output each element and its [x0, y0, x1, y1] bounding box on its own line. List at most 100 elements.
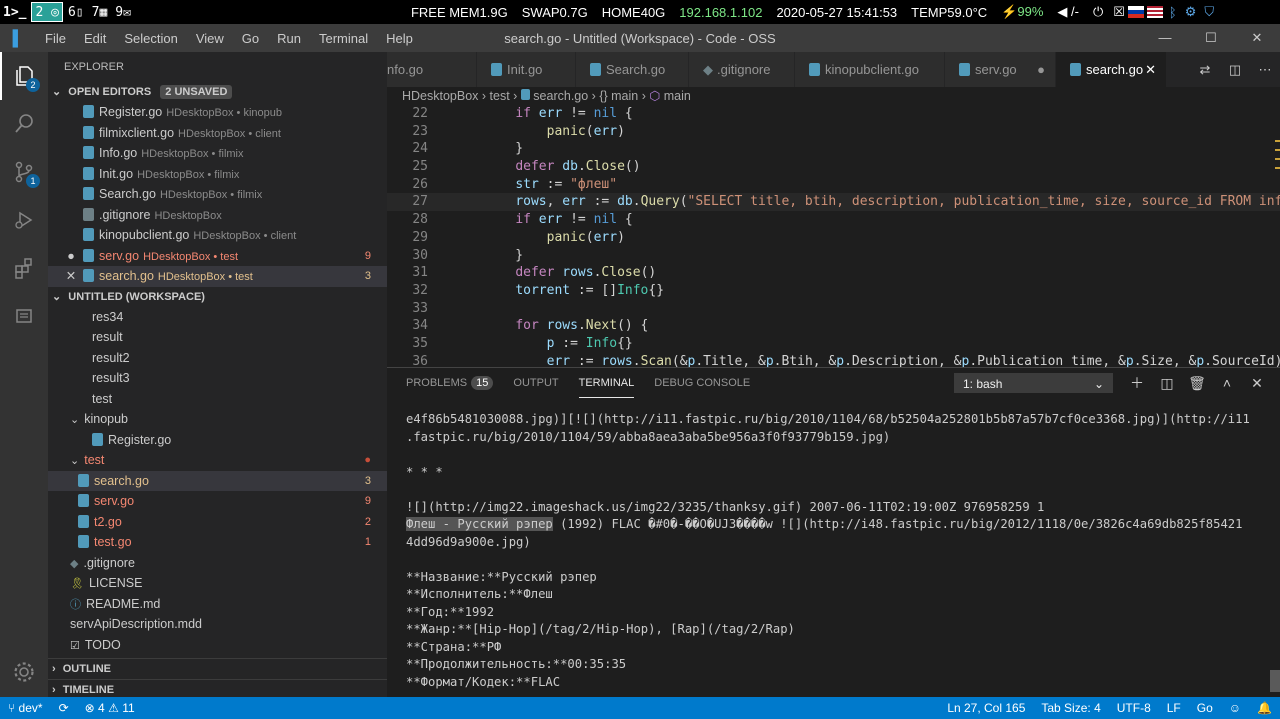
keyboard-layout-flag-icon[interactable] — [1127, 6, 1144, 18]
tab-size[interactable]: Tab Size: 4 — [1041, 701, 1100, 715]
code-line[interactable]: 28 if err != nil { — [387, 211, 1280, 229]
tree-item[interactable]: serv.go 9 — [48, 491, 387, 512]
open-editor-item[interactable]: Info.go HDesktopBox • filmix — [48, 143, 387, 164]
timeline-section[interactable]: › TIMELINE — [48, 679, 387, 697]
us-flag-icon[interactable] — [1146, 6, 1163, 18]
power-icon[interactable]: ⏻ — [1093, 4, 1103, 20]
cursor-position[interactable]: Ln 27, Col 165 — [947, 701, 1025, 715]
source-control-icon[interactable]: 1 — [0, 148, 48, 196]
feedback-icon[interactable]: ☺ — [1229, 701, 1241, 715]
tree-item[interactable]: res34 — [48, 307, 387, 328]
code-line[interactable]: 22 if err != nil { — [387, 105, 1280, 123]
menu-view[interactable]: View — [196, 31, 224, 46]
code-line[interactable]: 24 } — [387, 140, 1280, 158]
tree-item[interactable]: t2.go 2 — [48, 512, 387, 533]
terminal-output[interactable]: e4f86b5481030088.jpg)][![](http://i11.fa… — [406, 411, 1266, 691]
open-editor-item[interactable]: Init.go HDesktopBox • filmix — [48, 164, 387, 185]
language-mode[interactable]: Go — [1197, 701, 1213, 715]
code-line[interactable]: 27 rows, err := db.Query("SELECT title, … — [387, 193, 1280, 212]
code-line[interactable]: 23 panic(err) — [387, 123, 1280, 141]
tree-item[interactable]: Register.go — [48, 430, 387, 451]
close-tab-icon[interactable]: ✕ — [1145, 52, 1156, 87]
maximize-icon[interactable]: ☐ — [1188, 24, 1234, 52]
workspace-2[interactable]: 2 ◎ — [31, 2, 63, 22]
sync-icon[interactable]: ⟳ — [59, 701, 69, 715]
terminal-scrollbar[interactable] — [1270, 670, 1280, 692]
notifications-icon[interactable]: 🔔 — [1257, 701, 1272, 715]
code-line[interactable]: 32 torrent := []Info{} — [387, 282, 1280, 300]
close-window-icon[interactable]: ✕ — [1234, 24, 1280, 52]
eol[interactable]: LF — [1167, 701, 1181, 715]
outline-section[interactable]: › OUTLINE — [48, 658, 387, 678]
breadcrumb-folder[interactable]: test — [490, 89, 510, 103]
open-editor-item[interactable]: ✕ search.go HDesktopBox • test 3 — [48, 266, 387, 287]
tab-kinopubclient-go[interactable]: kinopubclient.go — [795, 52, 945, 87]
tree-item[interactable]: result — [48, 327, 387, 348]
code-line[interactable]: 29 panic(err) — [387, 229, 1280, 247]
code-line[interactable]: 35 p := Info{} — [387, 335, 1280, 353]
tab-search-go-filmix[interactable]: Search.go — [576, 52, 689, 87]
tree-item[interactable]: servApiDescription.mdd — [48, 614, 387, 635]
open-editor-item[interactable]: Register.go HDesktopBox • kinopub — [48, 102, 387, 123]
open-editor-item[interactable]: ● serv.go HDesktopBox • test 9 — [48, 246, 387, 267]
volume[interactable]: ◀ /- — [1057, 4, 1079, 20]
tab-info-go[interactable]: nfo.go — [387, 52, 477, 87]
tree-item[interactable]: ◆ .gitignore — [48, 553, 387, 574]
search-icon[interactable] — [0, 100, 48, 148]
remote-explorer-icon[interactable] — [0, 292, 48, 340]
tab-terminal[interactable]: TERMINAL — [578, 368, 635, 398]
menu-terminal[interactable]: Terminal — [319, 31, 368, 46]
tab-init-go[interactable]: Init.go — [477, 52, 576, 87]
code-line[interactable]: 30 } — [387, 247, 1280, 265]
code-line[interactable]: 31 defer rows.Close() — [387, 264, 1280, 282]
open-editors-section[interactable]: ⌄ OPEN EDITORS 2 UNSAVED — [48, 82, 387, 102]
tree-item[interactable]: result3 — [48, 368, 387, 389]
menu-selection[interactable]: Selection — [124, 31, 177, 46]
terminal-launcher[interactable]: 1>_ — [0, 2, 29, 22]
bluetooth-icon[interactable]: ᛒ — [1169, 5, 1177, 20]
tab-gitignore[interactable]: ◆ .gitignore — [689, 52, 795, 87]
menu-go[interactable]: Go — [242, 31, 259, 46]
menu-help[interactable]: Help — [386, 31, 413, 46]
new-terminal-icon[interactable]: ＋ — [1122, 368, 1152, 398]
open-editor-item[interactable]: filmixclient.go HDesktopBox • client — [48, 123, 387, 144]
workspace-section[interactable]: ⌄ UNTITLED (WORKSPACE) — [48, 287, 387, 307]
breadcrumb-package[interactable]: {} main — [599, 89, 638, 103]
problems-item[interactable]: ⊗ 4 ⚠ 11 — [85, 701, 135, 715]
code-line[interactable]: 33 — [387, 300, 1280, 318]
tree-item[interactable]: result2 — [48, 348, 387, 369]
minimize-icon[interactable]: — — [1142, 24, 1188, 52]
open-editor-item[interactable]: .gitignore HDesktopBox — [48, 205, 387, 226]
menu-run[interactable]: Run — [277, 31, 301, 46]
explorer-icon[interactable]: 2 — [0, 52, 48, 100]
network-icon[interactable]: ⚙ — [1185, 4, 1197, 20]
run-debug-icon[interactable] — [0, 196, 48, 244]
tree-item[interactable]: ⌄ test ● — [48, 450, 387, 471]
compare-icon[interactable]: ⇄ — [1190, 52, 1220, 87]
close-panel-icon[interactable]: ✕ — [1242, 368, 1272, 398]
shield-status-icon[interactable]: ⛉ — [1204, 4, 1214, 20]
tab-debug-console[interactable]: DEBUG CONSOLE — [654, 368, 750, 398]
tab-problems[interactable]: PROBLEMS 15 — [406, 368, 494, 398]
workspace-9[interactable]: 9 ✉ — [112, 2, 134, 22]
split-editor-icon[interactable]: ◫ — [1220, 52, 1250, 87]
tab-serv-go[interactable]: serv.go ● — [945, 52, 1056, 87]
encoding[interactable]: UTF-8 — [1117, 701, 1151, 715]
breadcrumb-function[interactable]: main — [664, 89, 691, 103]
breadcrumb-file[interactable]: search.go — [533, 89, 588, 103]
settings-gear-icon[interactable] — [0, 648, 48, 696]
tree-item[interactable]: ⓘ README.md — [48, 594, 387, 615]
tree-item[interactable]: test.go 1 — [48, 532, 387, 553]
workspace-7[interactable]: 7 ▦ — [89, 2, 111, 22]
menu-edit[interactable]: Edit — [84, 31, 106, 46]
tree-item[interactable]: search.go 3 — [48, 470, 387, 491]
menu-file[interactable]: File — [45, 31, 66, 46]
tree-item[interactable]: test — [48, 389, 387, 410]
more-actions-icon[interactable]: ⋯ — [1250, 52, 1280, 87]
branch-item[interactable]: ⑂ dev* — [8, 701, 43, 715]
workspace-6[interactable]: 6 ▯ — [65, 2, 87, 22]
breadcrumb-root[interactable]: HDesktopBox — [402, 89, 478, 103]
tree-item[interactable]: ☑ TODO — [48, 635, 387, 656]
split-terminal-icon[interactable]: ◫ — [1152, 368, 1182, 398]
tab-output[interactable]: OUTPUT — [513, 368, 558, 398]
